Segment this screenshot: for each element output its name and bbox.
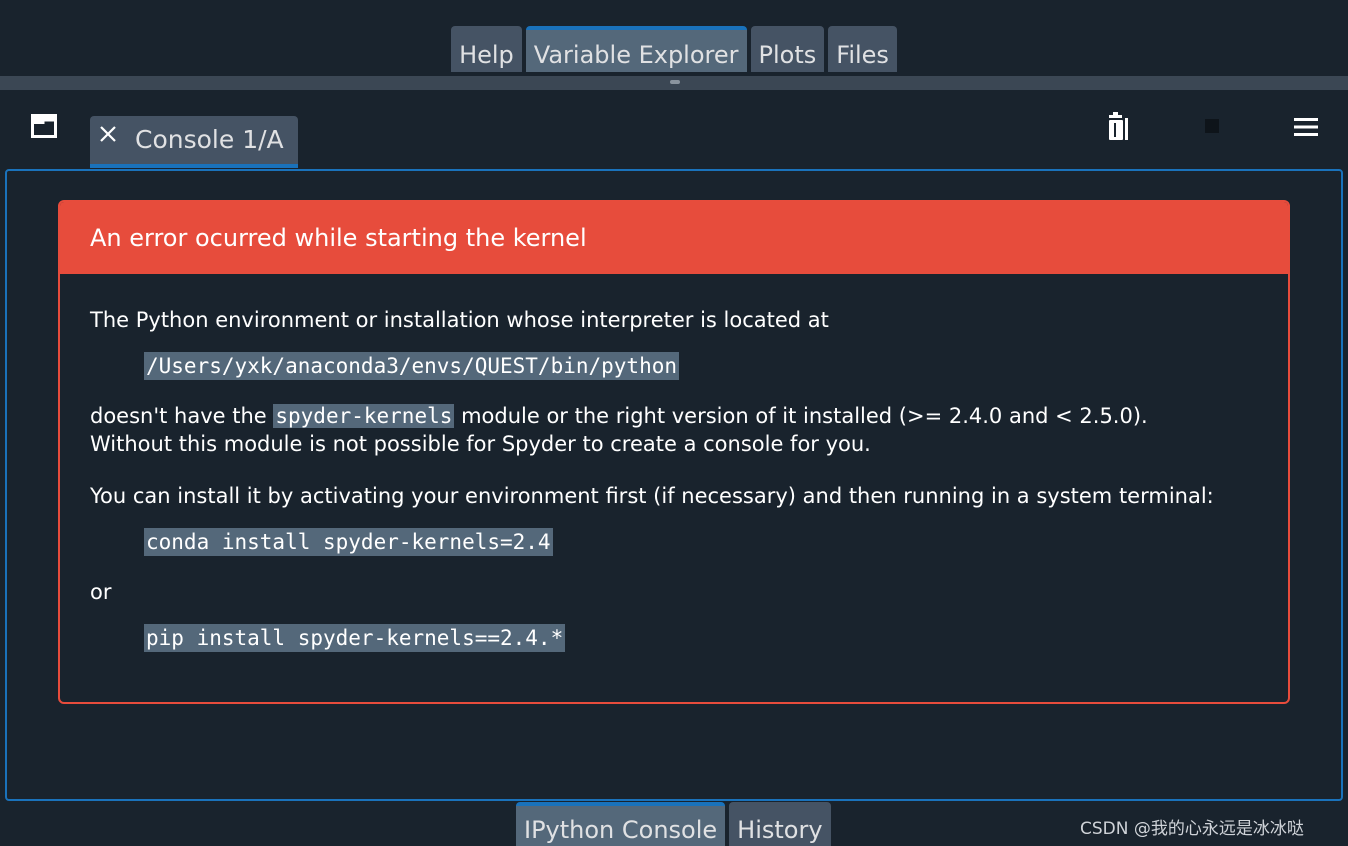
tab-files[interactable]: Files xyxy=(828,26,897,72)
error-text-line-1: The Python environment or installation w… xyxy=(90,308,829,332)
kernel-error-panel: An error ocurred while starting the kern… xyxy=(58,200,1290,704)
bottom-tab-bar: IPython Console History xyxy=(516,802,831,846)
conda-install-command: conda install spyder-kernels=2.4 xyxy=(144,528,553,556)
hamburger-menu-icon[interactable] xyxy=(1294,117,1318,137)
console-tab-label: Console 1/A xyxy=(135,125,284,154)
tab-variable-explorer[interactable]: Variable Explorer xyxy=(525,26,747,72)
error-text-line-4: You can install it by activating your en… xyxy=(90,484,1214,508)
interpreter-path: /Users/yxk/anaconda3/envs/QUEST/bin/pyth… xyxy=(144,352,680,380)
error-header: An error ocurred while starting the kern… xyxy=(60,202,1288,274)
trash-icon[interactable] xyxy=(1106,112,1130,142)
error-text-line-2-pre: doesn't have the xyxy=(90,404,274,428)
tab-plots[interactable]: Plots xyxy=(750,26,825,72)
or-text: or xyxy=(90,580,112,604)
tab-history[interactable]: History xyxy=(729,802,831,846)
tab-ipython-console[interactable]: IPython Console xyxy=(516,802,726,846)
watermark: CSDN @我的心永远是冰冰哒 xyxy=(1080,819,1304,839)
error-title: An error ocurred while starting the kern… xyxy=(90,224,587,252)
top-tab-bar: Help Variable Explorer Plots Files xyxy=(0,26,1348,72)
error-text-line-2-post: module or the right version of it instal… xyxy=(454,404,1148,428)
tab-help[interactable]: Help xyxy=(451,26,522,72)
close-icon[interactable] xyxy=(98,124,118,144)
error-text-line-3: Without this module is not possible for … xyxy=(90,432,871,456)
spyder-window: Help Variable Explorer Plots Files Conso… xyxy=(0,0,1348,846)
pip-install-command: pip install spyder-kernels==2.4.* xyxy=(144,624,566,652)
stop-kernel-icon[interactable] xyxy=(1205,119,1219,133)
error-text-line-2: doesn't have the spyder-kernels module o… xyxy=(90,402,1148,430)
undock-window-icon[interactable] xyxy=(31,114,57,138)
tab-console-1a[interactable]: Console 1/A xyxy=(90,116,298,168)
module-name: spyder-kernels xyxy=(273,404,455,428)
splitter-handle[interactable] xyxy=(670,80,680,84)
